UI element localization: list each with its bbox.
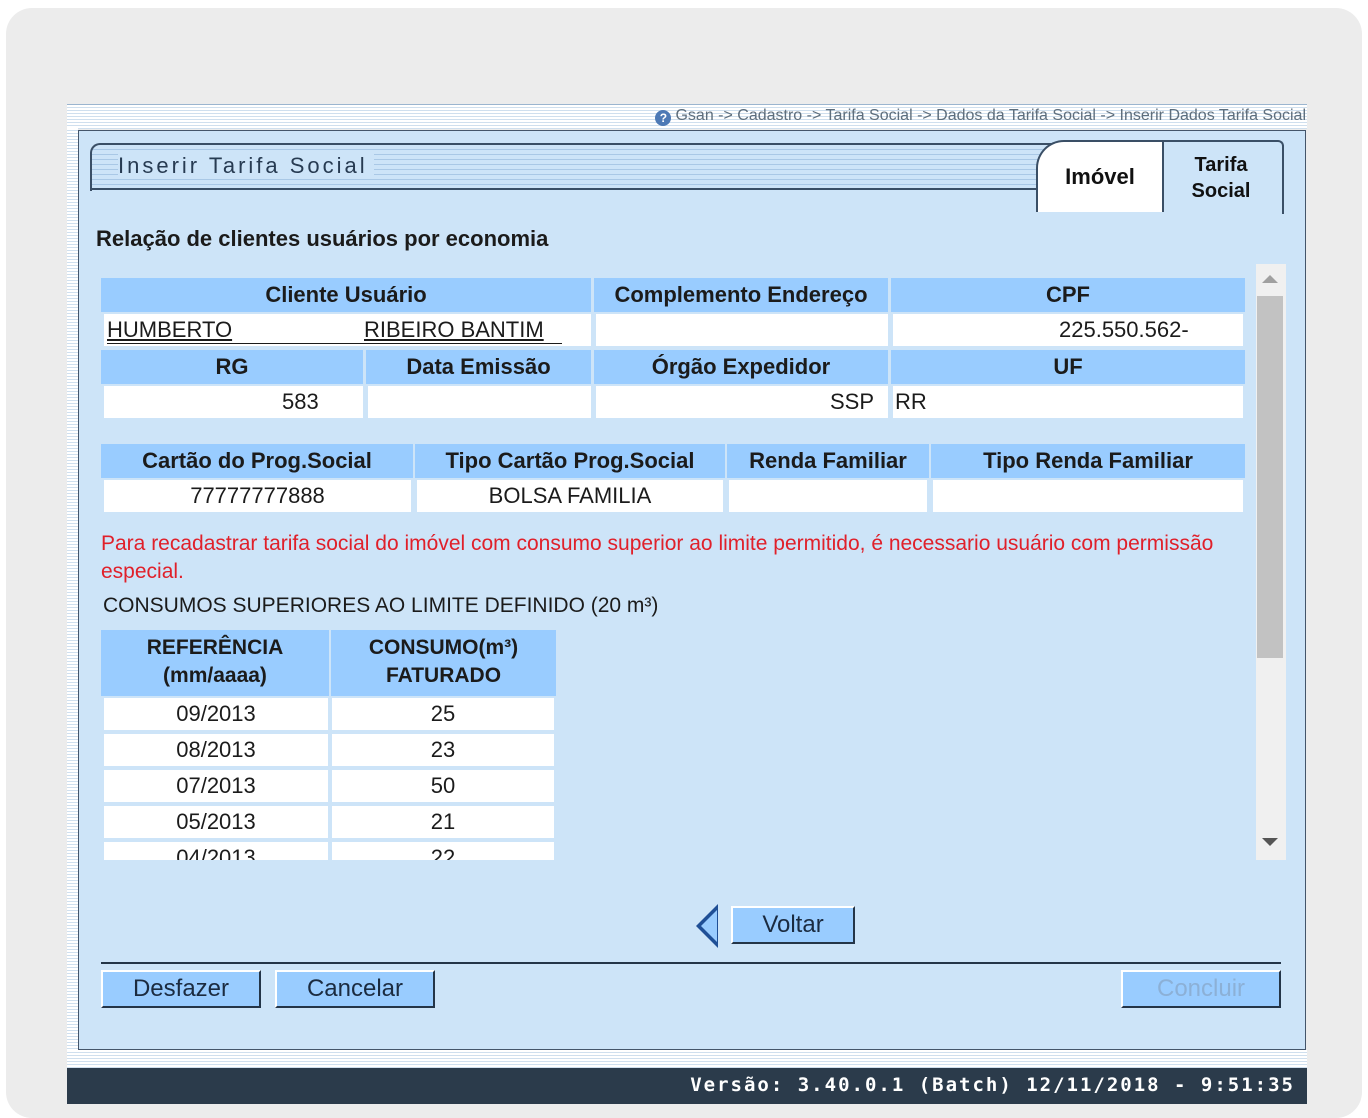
scroll-up-icon[interactable]	[1262, 275, 1278, 283]
button-divider	[101, 962, 1281, 964]
tab-tarifa-social-label: Tarifa Social	[1191, 154, 1251, 202]
title-underline	[90, 188, 1036, 190]
header-orgao-expedidor: Órgão Expedidor	[594, 350, 888, 384]
header-referencia-line1: REFERÊNCIA	[146, 636, 284, 659]
page-title-bar: Inserir Tarifa Social	[90, 143, 1094, 191]
tab-imovel[interactable]: Imóvel	[1036, 140, 1164, 212]
table-row-ref: 05/2013	[104, 806, 328, 838]
limit-label: CONSUMOS SUPERIORES AO LIMITE DEFINIDO (…	[103, 594, 659, 617]
uf-cell: RR	[893, 386, 1243, 418]
cliente-sobrenome-link[interactable]: RIBEIRO BANTIM	[364, 314, 544, 346]
breadcrumb-text: Gsan -> Cadastro -> Tarifa Social -> Dad…	[675, 107, 1306, 124]
cliente-nome-cell[interactable]: HUMBERTO RIBEIRO BANTIM	[104, 314, 591, 346]
tipo-renda-cell	[933, 480, 1243, 512]
section-title: Relação de clientes usuários por economi…	[96, 226, 549, 251]
header-referencia-line2: (mm/aaaa)	[163, 664, 267, 687]
header-tipo-renda: Tipo Renda Familiar	[931, 444, 1245, 478]
header-consumo: CONSUMO(m³) FATURADO	[331, 630, 556, 696]
renda-cell	[729, 480, 927, 512]
table-row-ref: 08/2013	[104, 734, 328, 766]
table-row-value: 23	[332, 734, 554, 766]
data-emissao-cell	[368, 386, 591, 418]
header-complemento: Complemento Endereço	[594, 278, 888, 312]
scroll-down-icon[interactable]	[1262, 838, 1278, 846]
header-cartao-prog-social: Cartão do Prog.Social	[101, 444, 413, 478]
header-renda-familiar: Renda Familiar	[727, 444, 929, 478]
desfazer-button[interactable]: Desfazer	[101, 970, 261, 1008]
tipo-cartao-cell: BOLSA FAMILIA	[417, 480, 723, 512]
form-panel	[78, 130, 1306, 1050]
breadcrumb: ? Gsan -> Cadastro -> Tarifa Social -> Da…	[655, 107, 1306, 126]
help-icon[interactable]: ?	[655, 110, 672, 126]
cancelar-button[interactable]: Cancelar	[275, 970, 435, 1008]
cpf-cell: 225.550.562-	[893, 314, 1243, 346]
scrollbar-thumb[interactable]	[1257, 296, 1283, 658]
voltar-button[interactable]: Voltar	[731, 906, 855, 944]
complemento-cell	[596, 314, 888, 346]
rg-cell: 583	[104, 386, 363, 418]
header-uf: UF	[891, 350, 1245, 384]
tab-tarifa-social[interactable]: Tarifa Social	[1160, 140, 1284, 214]
left-border	[67, 128, 78, 1050]
page-title: Inserir Tarifa Social	[118, 153, 374, 179]
header-tipo-cartao: Tipo Cartão Prog.Social	[415, 444, 725, 478]
back-arrow-icon-inner	[701, 910, 717, 942]
header-cpf: CPF	[891, 278, 1245, 312]
table-row-ref: 07/2013	[104, 770, 328, 802]
table-row-value: 22	[332, 842, 554, 860]
table-row-value: 25	[332, 698, 554, 730]
table-row-value: 50	[332, 770, 554, 802]
uf-value: RR	[895, 389, 927, 414]
header-cliente-usuario: Cliente Usuário	[101, 278, 591, 312]
version-text: Versão: 3.40.0.1 (Batch) 12/11/2018 - 9:…	[690, 1074, 1295, 1096]
concluir-button[interactable]: Concluir	[1121, 970, 1281, 1008]
table-row-ref: 04/2013	[104, 842, 328, 860]
cliente-link-underline	[107, 343, 562, 344]
cpf-value: 225.550.562-	[1059, 317, 1189, 342]
header-referencia: REFERÊNCIA (mm/aaaa)	[101, 630, 329, 696]
header-data-emissao: Data Emissão	[366, 350, 591, 384]
consumo-table-body: 09/2013 25 08/2013 23 07/2013 50 05/2013…	[101, 696, 561, 860]
rg-value: 583	[282, 389, 319, 414]
footer-bar: Versão: 3.40.0.1 (Batch) 12/11/2018 - 9:…	[67, 1068, 1307, 1104]
header-rg: RG	[101, 350, 363, 384]
header-consumo-line2: FATURADO	[385, 664, 502, 687]
orgao-value: SSP	[829, 389, 874, 414]
cartao-cell: 77777777888	[104, 480, 411, 512]
bottom-border	[67, 1050, 1307, 1068]
permission-warning: Para recadastrar tarifa social do imóvel…	[101, 532, 1214, 583]
header-consumo-line1: CONSUMO(m³)	[368, 636, 519, 659]
cliente-nome-link[interactable]: HUMBERTO	[107, 314, 232, 346]
orgao-cell: SSP	[596, 386, 888, 418]
tab-imovel-label: Imóvel	[1065, 164, 1135, 189]
table-row-value: 21	[332, 806, 554, 838]
table-row-ref: 09/2013	[104, 698, 328, 730]
